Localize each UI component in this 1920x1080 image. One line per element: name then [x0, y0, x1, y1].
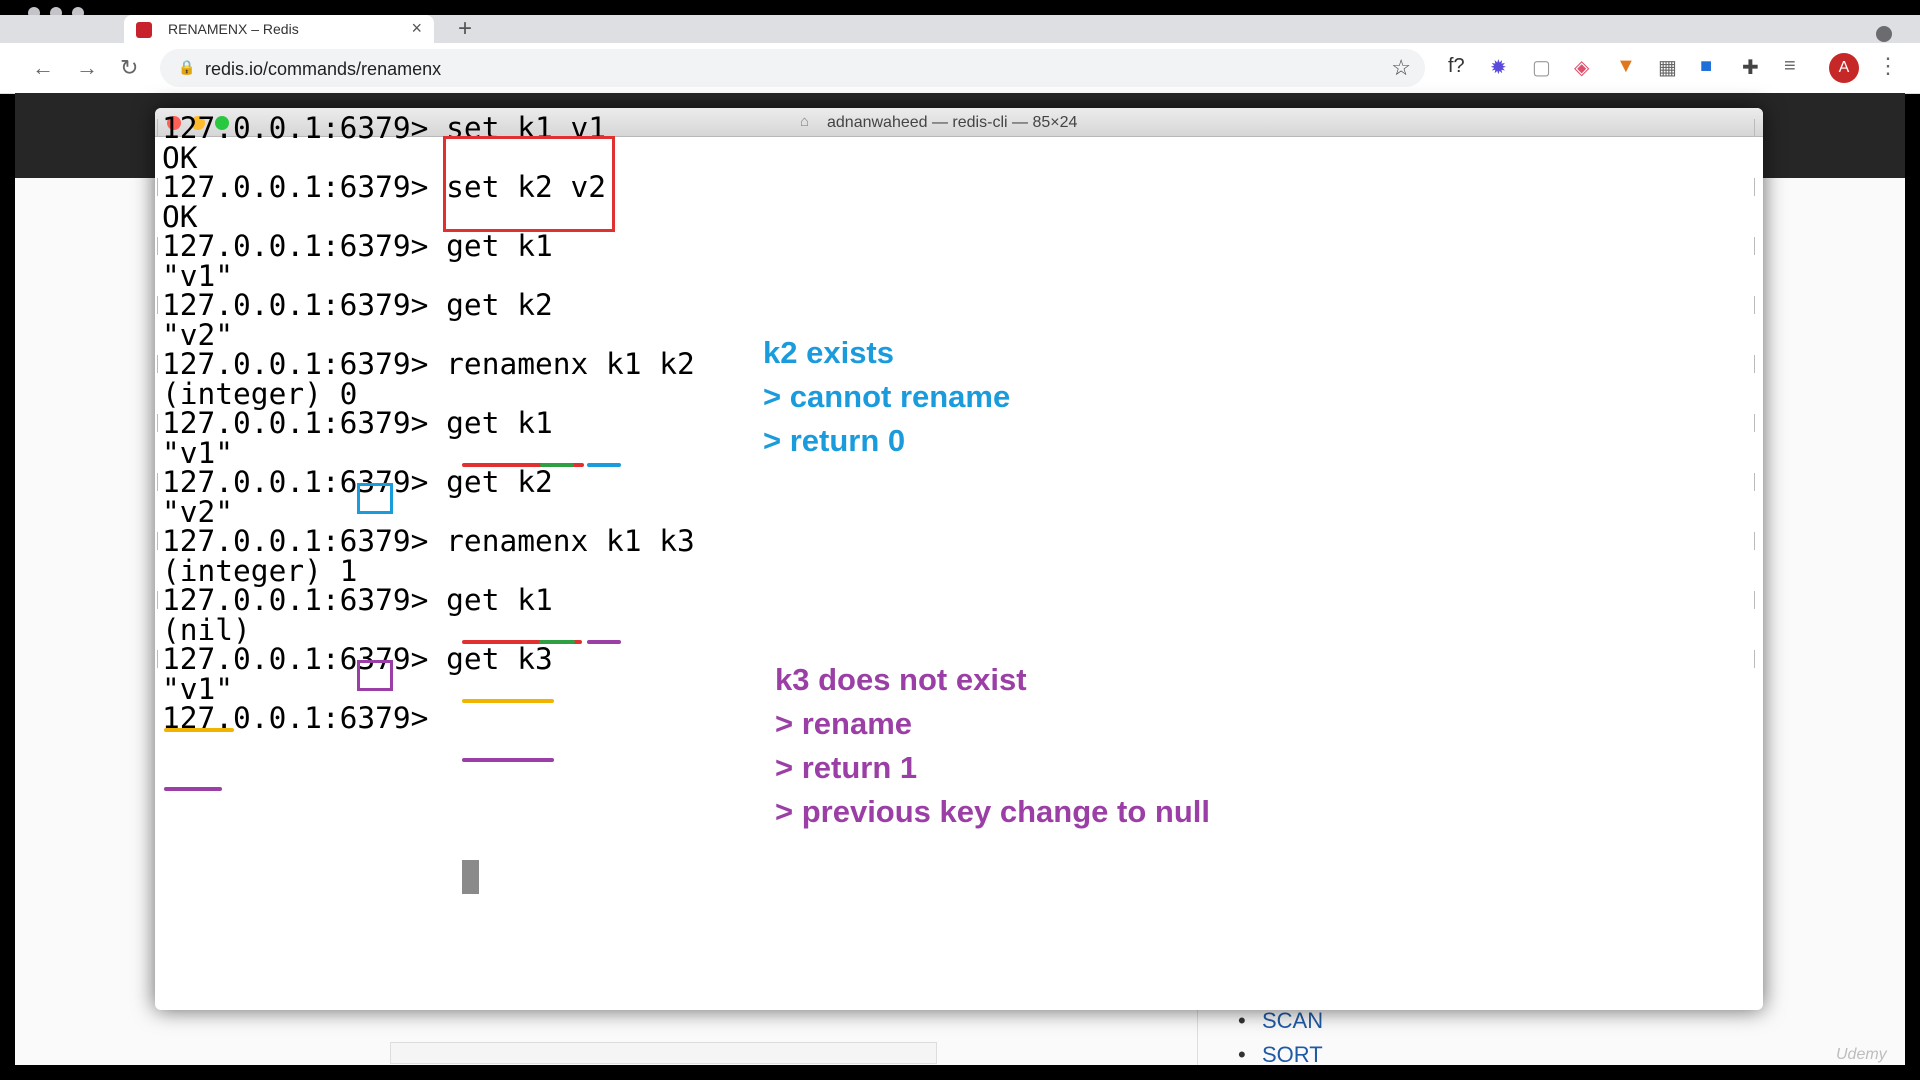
get-k3-underline — [462, 758, 554, 762]
prompt-mark — [157, 237, 158, 255]
prompt-mark-right — [1754, 296, 1755, 314]
grid-extension-icon[interactable]: ▦ — [1658, 55, 1677, 80]
prompt-mark — [157, 119, 158, 137]
prompt-mark — [157, 532, 158, 550]
screen-top-border — [0, 0, 1920, 19]
browser-toolbar: ← → ↻ 🔒 redis.io/commands/renamenx ☆ f? ✹… — [0, 43, 1920, 94]
get-k1-underline — [462, 699, 554, 703]
badge-extension-icon[interactable]: ◈ — [1574, 55, 1589, 80]
tab-renamenx-redis[interactable]: RENAMENX – Redis × — [124, 15, 434, 43]
commands-list-item[interactable]: SCAN — [1238, 1008, 1323, 1042]
blue-annotation-line: > return 0 — [763, 423, 906, 458]
prompt-mark — [157, 355, 158, 373]
nil-underline — [164, 728, 234, 732]
back-button[interactable]: ← — [32, 55, 54, 81]
tab-bar: RENAMENX – Redis × + — [0, 15, 1920, 43]
blue-annotation-line: > cannot rename — [763, 379, 1011, 414]
prompt-mark-right — [1754, 355, 1755, 373]
prompt-mark-right — [1754, 414, 1755, 432]
purple-annotation-line: k3 does not exist — [775, 662, 1027, 697]
forward-button[interactable]: → — [76, 55, 98, 81]
function-icon[interactable]: f? — [1448, 55, 1465, 78]
browser-menu-icon[interactable]: ⋮ — [1877, 53, 1899, 79]
reload-button[interactable]: ↻ — [120, 55, 138, 81]
book-extension-icon[interactable]: ■ — [1700, 55, 1712, 78]
prompt-mark — [157, 650, 158, 668]
home-folder-icon: ⌂ — [800, 113, 810, 130]
prompt-mark-right — [1754, 119, 1755, 137]
prompt-mark-right — [1754, 650, 1755, 668]
v1-underline — [164, 787, 222, 791]
url-text[interactable]: redis.io/commands/renamenx — [205, 59, 441, 80]
tab-title: RENAMENX – Redis — [168, 21, 299, 37]
tab-search-icon[interactable] — [1876, 26, 1892, 42]
prompt-mark — [157, 414, 158, 432]
purple-annotation-line: > return 1 — [775, 750, 918, 785]
prompt-mark — [157, 178, 158, 196]
profile-avatar[interactable]: A — [1829, 53, 1859, 83]
reading-list-icon[interactable]: ≡ — [1784, 55, 1796, 78]
address-bar[interactable]: 🔒 redis.io/commands/renamenx ☆ — [160, 49, 1425, 87]
fox-extension-icon[interactable]: ▼ — [1616, 55, 1636, 78]
k1-underline-2 — [539, 640, 575, 644]
terminal-cursor — [462, 860, 479, 894]
prompt-mark-right — [1754, 237, 1755, 255]
prompt-mark-right — [1754, 178, 1755, 196]
blue-annotation-line: k2 exists — [763, 335, 894, 370]
terminal-title: adnanwaheed — redis-cli — 85×24 — [827, 114, 1078, 131]
redis-favicon-icon — [136, 22, 152, 38]
puzzle-icon[interactable]: ✚ — [1742, 55, 1759, 80]
k2-underline — [587, 463, 621, 467]
set-commands-highlight-box — [443, 136, 615, 232]
return-zero-highlight-box — [357, 483, 393, 514]
gear-extension-icon[interactable]: ✹ — [1490, 55, 1507, 80]
bookmark-star-icon[interactable]: ☆ — [1391, 55, 1411, 81]
prompt-mark — [157, 296, 158, 314]
return-one-highlight-box — [357, 660, 393, 691]
k3-underline — [587, 640, 621, 644]
new-tab-button[interactable]: + — [458, 15, 472, 43]
prompt-mark-right — [1754, 473, 1755, 491]
page-code-box — [390, 1042, 937, 1064]
screen-bottom-border — [0, 1065, 1920, 1080]
terminal-window[interactable]: ⌂ adnanwaheed — redis-cli — 85×24 127.0.… — [155, 108, 1763, 1010]
prompt-mark — [157, 473, 158, 491]
prompt-mark — [157, 591, 158, 609]
prompt-mark-right — [1754, 532, 1755, 550]
k1-underline-1 — [540, 463, 574, 467]
udemy-watermark: Udemy — [1836, 1046, 1887, 1063]
prompt-mark-right — [1754, 591, 1755, 609]
square-extension-icon[interactable]: ▢ — [1532, 55, 1551, 80]
lock-icon[interactable]: 🔒 — [178, 59, 195, 76]
tab-close-icon[interactable]: × — [411, 18, 422, 39]
purple-annotation-line: > previous key change to null — [775, 794, 1210, 829]
purple-annotation-line: > rename — [775, 706, 913, 741]
